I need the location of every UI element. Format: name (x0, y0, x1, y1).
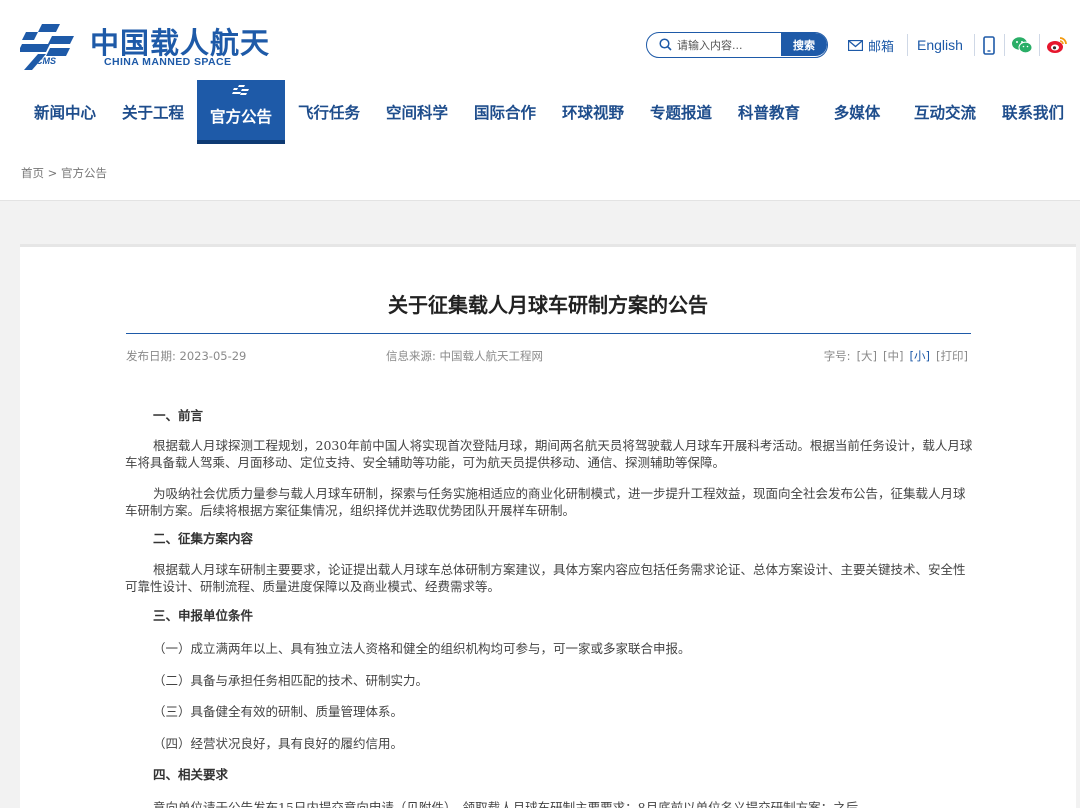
english-link[interactable]: English (917, 34, 963, 56)
main-nav: 新闻中心 关于工程 官方公告 飞行任务 空间科学 国际合作 环球视野 专题报道 … (0, 80, 1080, 144)
site-logo[interactable]: CMS 中国载人航天 CHINA MANNED SPACE (20, 18, 270, 74)
util-separator (1004, 34, 1005, 56)
font-size-large-link[interactable]: [大] (857, 348, 877, 364)
nav-item-contact[interactable]: 联系我们 (989, 80, 1077, 144)
mobile-link[interactable] (978, 33, 1000, 57)
mail-label: 邮箱 (868, 39, 895, 55)
paragraph: （四）经营状况良好，具有良好的履约信用。 (153, 736, 404, 751)
nav-item-international[interactable]: 国际合作 (461, 80, 549, 144)
logo-abbr: CMS (36, 56, 56, 66)
nav-item-space-science[interactable]: 空间科学 (373, 80, 461, 144)
nav-item-about[interactable]: 关于工程 (109, 80, 197, 144)
weibo-link[interactable] (1045, 33, 1069, 57)
util-separator (1039, 34, 1040, 56)
paragraph: 根据载人月球探测工程规划，2030年前中国人将实现首次登陆月球，期间两名航天员将… (125, 438, 973, 470)
mail-icon (848, 39, 863, 51)
header-divider (0, 200, 1080, 201)
breadcrumb[interactable]: 首页 > 官方公告 (21, 165, 107, 181)
logo-title-en: CHINA MANNED SPACE (104, 56, 232, 68)
weibo-icon (1047, 37, 1067, 53)
nav-item-multimedia[interactable]: 多媒体 (813, 80, 901, 144)
nav-item-education[interactable]: 科普教育 (725, 80, 813, 144)
search-input[interactable] (677, 36, 777, 54)
nav-item-announcements[interactable]: 官方公告 (197, 80, 285, 144)
title-divider (126, 333, 971, 334)
nav-item-special-reports[interactable]: 专题报道 (637, 80, 725, 144)
mail-link[interactable]: 邮箱 (848, 34, 894, 56)
font-size-label: 字号: (823, 349, 851, 363)
print-link[interactable]: [打印] (936, 348, 968, 364)
section-heading: 四、相关要求 (153, 767, 229, 782)
search-box: 搜索 (646, 32, 828, 58)
font-size-medium-link[interactable]: [中] (883, 348, 903, 364)
paragraph: （三）具备健全有效的研制、质量管理体系。 (153, 704, 404, 719)
paragraph: （一）成立满两年以上、具有独立法人资格和健全的组织机构均可参与，可一家或多家联合… (153, 641, 691, 656)
nav-item-news[interactable]: 新闻中心 (21, 80, 109, 144)
article-card: 关于征集载人月球车研制方案的公告 发布日期: 2023-05-29 信息来源: … (20, 244, 1076, 808)
article-title: 关于征集载人月球车研制方案的公告 (388, 293, 708, 317)
search-button[interactable]: 搜索 (781, 33, 827, 56)
paragraph: （二）具备与承担任务相匹配的技术、研制实力。 (153, 673, 429, 688)
nav-item-missions[interactable]: 飞行任务 (285, 80, 373, 144)
nav-active-logo-icon (232, 85, 249, 95)
font-size-small-link[interactable]: [小] (910, 348, 930, 364)
paragraph: 意向单位请于公告发布15日内提交意向申请（见附件），领取载人月球车研制主要要求；… (153, 800, 871, 808)
wechat-icon (1012, 37, 1033, 54)
search-icon (659, 38, 672, 51)
font-size-controls: 字号: [大] [中] [小] [打印] (824, 348, 968, 364)
util-separator (907, 34, 908, 56)
section-heading: 一、前言 (153, 408, 204, 423)
util-separator (974, 34, 975, 56)
info-source: 信息来源: 中国载人航天工程网 (386, 349, 544, 363)
nav-item-label: 官方公告 (209, 108, 272, 126)
site-header: CMS 中国载人航天 CHINA MANNED SPACE 搜索 邮箱 Engl… (0, 0, 1080, 200)
section-heading: 二、征集方案内容 (153, 531, 254, 546)
section-heading: 三、申报单位条件 (153, 608, 254, 623)
paragraph: 为吸纳社会优质力量参与载人月球车研制，探索与任务实施相适应的商业化研制模式，进一… (125, 486, 966, 518)
nav-item-global-view[interactable]: 环球视野 (549, 80, 637, 144)
wechat-link[interactable] (1010, 33, 1034, 57)
paragraph: 根据载人月球车研制主要要求，论证提出载人月球车总体研制方案建议，具体方案内容应包… (125, 562, 966, 594)
mobile-phone-icon (983, 35, 995, 55)
nav-item-interaction[interactable]: 互动交流 (901, 80, 989, 144)
publish-date: 发布日期: 2023-05-29 (126, 349, 247, 363)
